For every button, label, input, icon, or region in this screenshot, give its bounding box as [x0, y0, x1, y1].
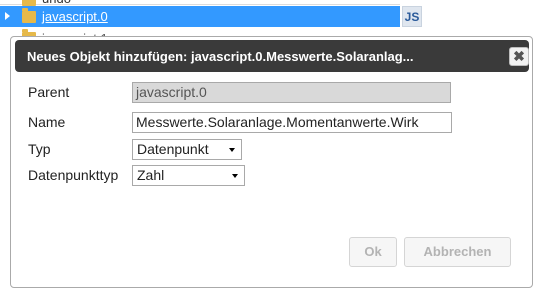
name-label: Name	[28, 114, 66, 130]
expand-arrow-icon[interactable]	[5, 12, 10, 20]
tree-row-selected[interactable]: javascript.0	[0, 6, 400, 27]
add-object-dialog: Neues Objekt hinzufügen: javascript.0.Me…	[10, 36, 533, 288]
datenpunkttyp-selected-value: Zahl	[137, 167, 165, 183]
tree-row[interactable]: undo	[0, 0, 400, 6]
typ-selected-value: Datenpunkt	[137, 141, 209, 157]
close-icon: ✖	[513, 48, 525, 64]
cancel-button[interactable]: Abbrechen	[404, 237, 511, 267]
typ-label: Typ	[28, 141, 51, 157]
ok-button[interactable]: Ok	[349, 237, 397, 267]
parent-field: javascript.0	[132, 82, 451, 103]
typ-select[interactable]: Datenpunkt	[132, 139, 242, 160]
close-button[interactable]: ✖	[509, 47, 529, 66]
object-tree: undo javascript.0 javascript.1 JS	[0, 0, 535, 46]
dialog-titlebar[interactable]: Neues Objekt hinzufügen: javascript.0.Me…	[15, 40, 529, 72]
dropdown-caret-icon	[229, 148, 235, 152]
folder-icon	[22, 8, 36, 23]
parent-label: Parent	[28, 84, 70, 100]
tree-row-label: javascript.0	[42, 9, 108, 24]
name-input[interactable]: Messwerte.Solaranlage.Momentanwerte.Wirk	[132, 112, 452, 133]
javascript-adapter-icon: JS	[402, 6, 422, 27]
dialog-title: Neues Objekt hinzufügen: javascript.0.Me…	[27, 49, 414, 64]
datenpunkttyp-label: Datenpunkttyp	[28, 167, 119, 183]
datenpunkttyp-select[interactable]: Zahl	[132, 165, 245, 186]
dropdown-caret-icon	[232, 174, 238, 178]
